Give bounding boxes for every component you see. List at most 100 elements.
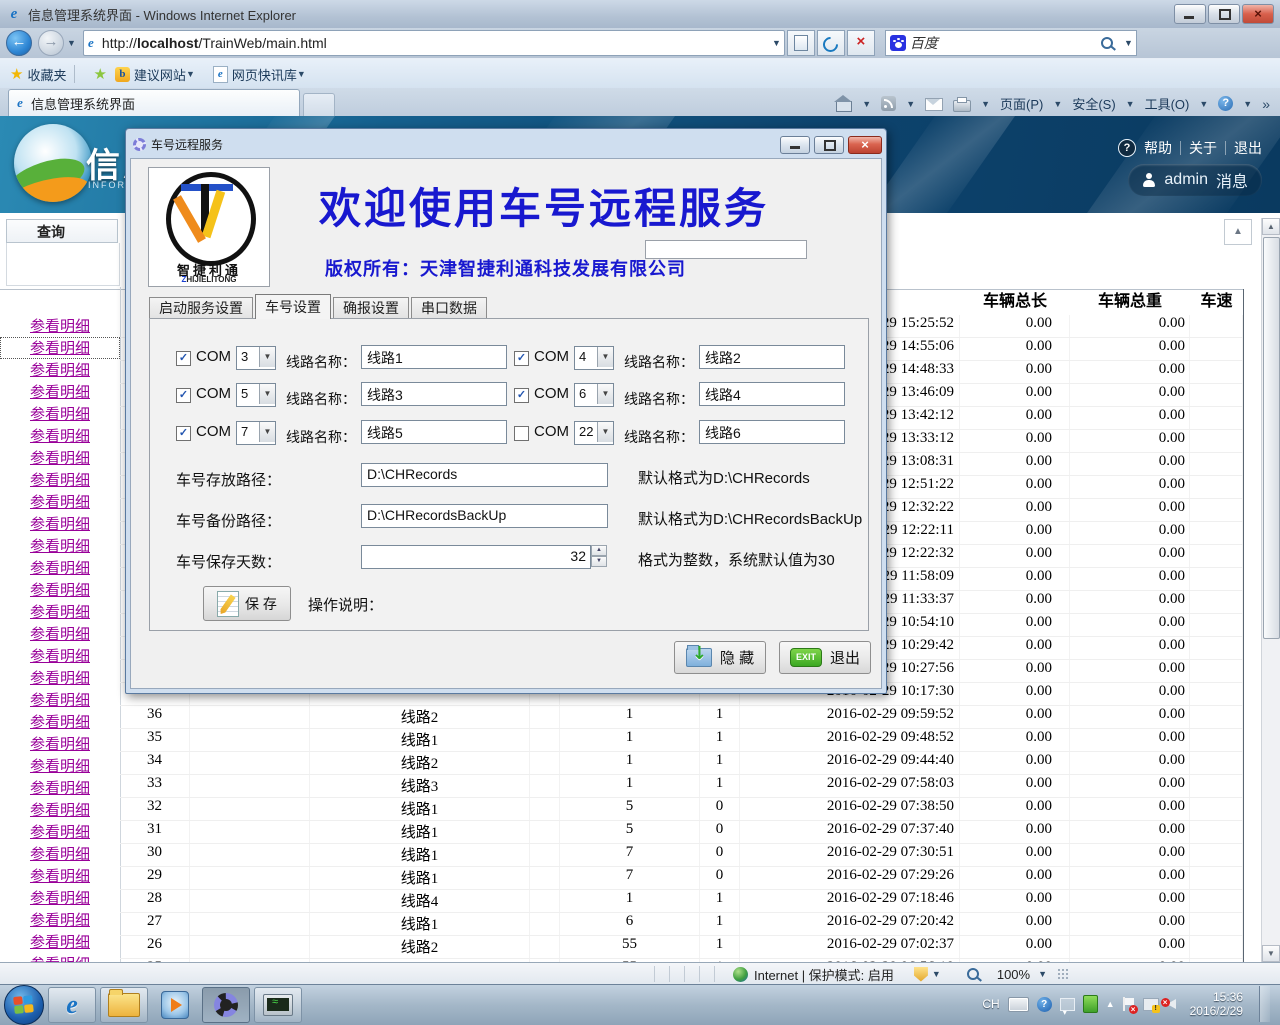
line-name-input-left[interactable]: 线路3 — [361, 382, 507, 406]
view-detail-link[interactable]: 参看明细 — [0, 557, 120, 579]
save-button[interactable]: 保 存 — [203, 586, 291, 621]
history-dropdown-icon[interactable]: ▼ — [67, 38, 76, 48]
view-detail-link[interactable]: 参看明细 — [0, 931, 120, 953]
view-detail-link[interactable]: 参看明细 — [0, 447, 120, 469]
dialog-titlebar[interactable]: 车号远程服务 × — [130, 132, 882, 157]
view-detail-link[interactable]: 参看明细 — [0, 799, 120, 821]
clock[interactable]: 15:36 2016/2/29 — [1190, 990, 1243, 1018]
line-name-input-left[interactable]: 线路5 — [361, 420, 507, 444]
com-port-select-left[interactable]: 3▼ — [236, 346, 276, 370]
collapse-panel-button[interactable]: ▲ — [1224, 219, 1252, 245]
safety-menu-dropdown-icon[interactable]: ▼ — [1126, 99, 1135, 109]
view-detail-link[interactable]: 参看明细 — [0, 755, 120, 777]
dropdown-arrow-icon[interactable]: ▼ — [259, 384, 275, 404]
view-detail-link[interactable]: 参看明细 — [0, 821, 120, 843]
view-detail-link[interactable]: 参看明细 — [0, 535, 120, 557]
suggested-sites-button[interactable]: 建议网站 — [134, 65, 186, 84]
protection-icon[interactable] — [914, 967, 928, 982]
print-dropdown-icon[interactable]: ▼ — [981, 99, 990, 109]
taskbar-media-player-button[interactable] — [152, 988, 198, 1022]
protection-dropdown-icon[interactable]: ▼ — [932, 969, 941, 979]
back-button[interactable]: ← — [6, 30, 32, 56]
show-hidden-icons[interactable]: ▲ — [1106, 999, 1115, 1009]
page-menu[interactable]: 页面(P) — [1000, 94, 1043, 113]
refresh-button[interactable] — [817, 30, 845, 56]
help-dropdown-icon[interactable]: ▼ — [1243, 99, 1252, 109]
compatibility-view-button[interactable] — [787, 30, 815, 56]
com-checkbox-right[interactable] — [514, 426, 529, 441]
com-port-select-left[interactable]: 5▼ — [236, 383, 276, 407]
about-link[interactable]: 关于 — [1189, 138, 1217, 158]
view-detail-link[interactable]: 参看明细 — [0, 601, 120, 623]
ime-help-icon[interactable]: ? — [1037, 997, 1052, 1012]
com-checkbox-left[interactable]: ✓ — [176, 426, 191, 441]
line-name-input-right[interactable]: 线路2 — [699, 345, 845, 369]
com-checkbox-left[interactable]: ✓ — [176, 351, 191, 366]
dropdown-arrow-icon[interactable]: ▼ — [597, 384, 613, 404]
view-detail-link[interactable]: 参看明细 — [0, 315, 120, 337]
view-detail-link[interactable]: 参看明细 — [0, 381, 120, 403]
volume-muted-icon[interactable] — [1167, 999, 1176, 1009]
view-detail-link[interactable]: 参看明细 — [0, 491, 120, 513]
home-icon[interactable] — [836, 101, 852, 112]
storage-path-input[interactable]: D:\CHRecords — [361, 463, 608, 487]
view-detail-link[interactable]: 参看明细 — [0, 887, 120, 909]
line-name-input-left[interactable]: 线路1 — [361, 345, 507, 369]
keep-days-input[interactable]: 32 — [361, 545, 591, 569]
show-desktop-button[interactable] — [1259, 986, 1270, 1022]
ime-toolbar-icon[interactable] — [1060, 998, 1075, 1011]
spinner-up-icon[interactable]: ▲ — [591, 545, 607, 556]
view-detail-link[interactable]: 参看明细 — [0, 403, 120, 425]
dropdown-arrow-icon[interactable]: ▼ — [597, 347, 613, 367]
view-detail-link[interactable]: 参看明细 — [0, 425, 120, 447]
dialog-restore-button[interactable] — [814, 136, 844, 154]
tab-serial-data[interactable]: 串口数据 — [411, 297, 487, 319]
line-name-input-right[interactable]: 线路6 — [699, 420, 845, 444]
search-box[interactable]: 百度 ▼ — [885, 30, 1137, 56]
minimize-button[interactable] — [1174, 4, 1206, 24]
help-link[interactable]: 帮助 — [1144, 138, 1172, 158]
com-checkbox-right[interactable]: ✓ — [514, 351, 529, 366]
messages-link[interactable]: 消息 — [1216, 168, 1248, 192]
tab-confirm-report-settings[interactable]: 确报设置 — [333, 297, 409, 319]
exit-button[interactable]: EXIT 退出 — [779, 641, 871, 674]
print-icon[interactable] — [953, 100, 971, 112]
dialog-close-button[interactable]: × — [848, 136, 882, 154]
address-bar[interactable]: e http://localhost/TrainWeb/main.html ▼ — [83, 30, 785, 56]
view-detail-link[interactable]: 参看明细 — [0, 359, 120, 381]
dropdown-arrow-icon[interactable]: ▼ — [597, 422, 613, 442]
com-checkbox-right[interactable]: ✓ — [514, 388, 529, 403]
taskbar-monitor-button[interactable] — [254, 987, 302, 1023]
backup-path-input[interactable]: D:\CHRecordsBackUp — [361, 504, 608, 528]
com-port-select-right[interactable]: 4▼ — [574, 346, 614, 370]
view-detail-link[interactable]: 参看明细 — [0, 469, 120, 491]
spinner-down-icon[interactable]: ▼ — [591, 556, 607, 567]
web-slice-button[interactable]: 网页快讯库 — [232, 65, 297, 84]
rss-dropdown-icon[interactable]: ▼ — [906, 99, 915, 109]
add-favorite-icon[interactable]: ★ — [93, 65, 106, 83]
rss-feed-icon[interactable] — [881, 96, 896, 111]
view-detail-link[interactable]: 参看明细 — [0, 909, 120, 931]
zoom-level[interactable]: 100% — [997, 967, 1030, 982]
address-dropdown-icon[interactable]: ▼ — [772, 38, 781, 48]
keep-days-spinner[interactable]: ▲ ▼ — [591, 545, 607, 569]
scroll-down-icon[interactable]: ▼ — [1262, 945, 1280, 962]
safety-menu[interactable]: 安全(S) — [1072, 94, 1115, 113]
page-menu-dropdown-icon[interactable]: ▼ — [1053, 99, 1062, 109]
view-detail-link[interactable]: 参看明细 — [0, 667, 120, 689]
view-detail-link[interactable]: 参看明细 — [0, 337, 120, 359]
user-pill[interactable]: admin 消息 — [1128, 164, 1262, 196]
line-name-input-right[interactable]: 线路4 — [699, 382, 845, 406]
com-port-select-right[interactable]: 22▼ — [574, 421, 614, 445]
view-detail-link[interactable]: 参看明细 — [0, 843, 120, 865]
com-checkbox-left[interactable]: ✓ — [176, 388, 191, 403]
home-dropdown-icon[interactable]: ▼ — [862, 99, 871, 109]
view-detail-link[interactable]: 参看明细 — [0, 579, 120, 601]
view-detail-link[interactable]: 参看明细 — [0, 733, 120, 755]
tab-train-number-settings[interactable]: 车号设置 — [255, 294, 331, 319]
content-scrollbar[interactable]: ▲ ▼ — [1261, 218, 1280, 962]
start-button[interactable] — [4, 985, 44, 1025]
new-tab-button[interactable] — [303, 93, 335, 116]
zoom-dropdown-icon[interactable]: ▼ — [1038, 969, 1047, 979]
input-language-indicator[interactable]: CH — [982, 997, 999, 1011]
